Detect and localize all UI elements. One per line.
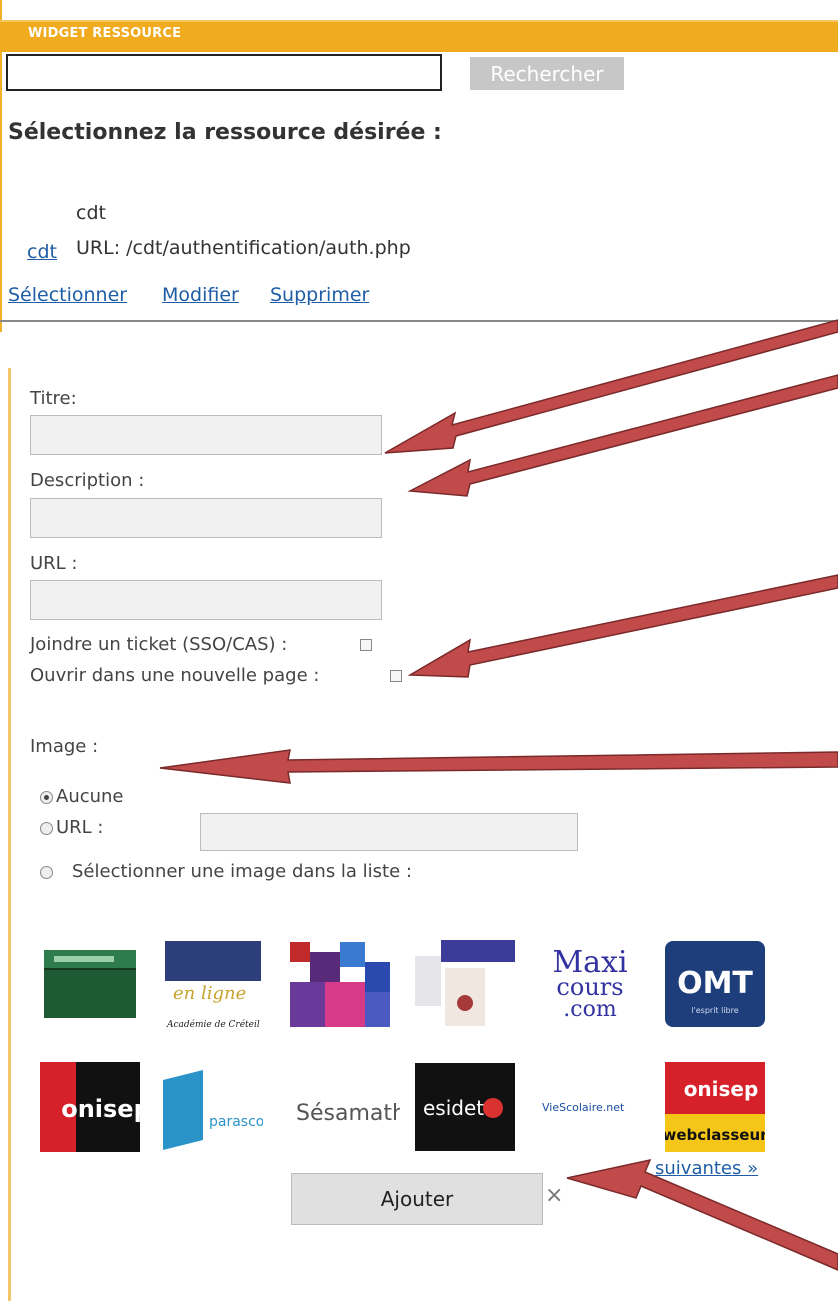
arrow-to-submit-icon — [566, 1158, 838, 1271]
arrow-to-checkbox-icon — [407, 574, 838, 678]
annotation-arrows — [159, 319, 838, 1271]
arrow-to-image-icon — [159, 749, 838, 784]
arrow-to-title-icon — [384, 319, 838, 454]
arrow-to-description-icon — [407, 374, 838, 497]
